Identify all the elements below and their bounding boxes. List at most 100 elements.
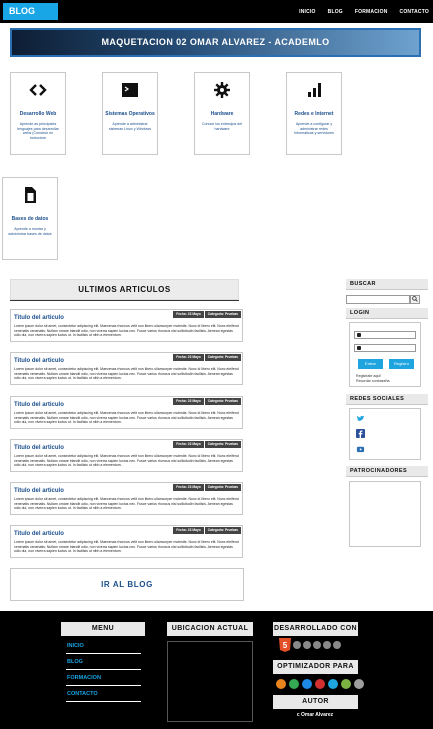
card-description: Aprende as principales lenguajes para de… [17, 122, 59, 140]
card-description: Aprende a configurar y administrar redes… [294, 122, 334, 136]
terminal-icon [122, 83, 138, 97]
article-date: Fecha: 23 Mayo [173, 484, 204, 491]
bootstrap-icon [323, 641, 331, 649]
footer-link-inicio[interactable]: INICIO [66, 640, 141, 654]
optimized-for-heading: OPTIMIZADOR PARA [273, 660, 358, 674]
article-category: Categoria: Pruebas [204, 484, 241, 491]
article-card[interactable]: Fecha: 23 Mayo Categoria: Pruebas Titulo… [10, 439, 243, 472]
article-category: Categoria: Pruebas [204, 398, 241, 405]
apple-icon [354, 679, 364, 689]
opera-icon [315, 679, 325, 689]
nav-inicio[interactable]: INICIO [299, 9, 315, 15]
card-title: Sistemas Operativos [105, 111, 155, 117]
lock-icon [357, 346, 361, 350]
article-title[interactable]: Titulo del articulo [14, 402, 64, 408]
article-title[interactable]: Titulo del articulo [14, 488, 64, 494]
signal-bars-icon [308, 83, 321, 97]
article-excerpt: Lorem ipsum dolor sit amet, consectetur … [14, 411, 239, 424]
article-date: Fecha: 23 Mayo [173, 398, 204, 405]
article-category: Categoria: Pruebas [204, 311, 241, 318]
register-button[interactable]: Registro [389, 359, 414, 369]
sponsors-box [349, 481, 421, 547]
card-description: Aprende a montar y administrar bases de … [8, 227, 52, 236]
password-field[interactable] [354, 344, 416, 352]
nav-formacion[interactable]: FORMACION [355, 9, 388, 15]
article-category: Categoria: Pruebas [204, 354, 241, 361]
forgot-password-link[interactable]: Recordar contraseña [356, 379, 390, 384]
ie-icon [302, 679, 312, 689]
articles-section-title: ULTIMOS ARTICULOS [10, 279, 239, 300]
main-nav: INICIO BLOG FORMACION CONTACTO [299, 0, 429, 23]
article-meta: Fecha: 23 Mayo Categoria: Pruebas [173, 441, 241, 448]
article-category: Categoria: Pruebas [204, 441, 241, 448]
article-date: Fecha: 23 Mayo [173, 311, 204, 318]
search-icon [412, 296, 418, 302]
code-icon [29, 84, 47, 96]
article-excerpt: Lorem ipsum dolor sit amet, consectetur … [14, 324, 239, 337]
card-hardware[interactable]: Hardware Conoce los entresijos del hardw… [194, 72, 250, 155]
blog-logo[interactable]: BLOG [3, 3, 58, 20]
firefox-icon [276, 679, 286, 689]
safari-icon [328, 679, 338, 689]
go-to-blog-button[interactable]: IR AL BLOG [10, 568, 244, 601]
article-excerpt: Lorem ipsum dolor sit amet, consectetur … [14, 367, 239, 380]
article-card[interactable]: Fecha: 23 Mayo Categoria: Pruebas Titulo… [10, 309, 243, 342]
card-sistemas-operativos[interactable]: Sistemas Operativos Aprende a administra… [102, 72, 158, 155]
chrome-icon [289, 679, 299, 689]
twitter-icon[interactable] [356, 414, 365, 423]
login-links: Registrate aqui! Recordar contraseña [356, 374, 390, 384]
php-icon [333, 641, 341, 649]
search-button[interactable] [410, 295, 420, 304]
article-card[interactable]: Fecha: 23 Mayo Categoria: Pruebas Titulo… [10, 396, 243, 429]
card-title: Bases de datos [11, 216, 49, 222]
browser-badges [276, 679, 364, 689]
css3-icon [293, 641, 301, 649]
card-desarrollo-web[interactable]: Desarrollo Web Aprende as principales le… [10, 72, 66, 155]
user-icon [357, 333, 361, 337]
social-heading: REDES SOCIALES [346, 394, 428, 405]
card-description: Conoce los entresijos del hardware [201, 122, 243, 131]
nav-contacto[interactable]: CONTACTO [400, 9, 429, 15]
article-title[interactable]: Titulo del articulo [14, 358, 64, 364]
card-description: Aprende a administrar sistemas Linux y W… [108, 122, 152, 131]
footer-menu-heading: MENU [61, 622, 145, 636]
card-title: Desarrollo Web [19, 111, 57, 117]
card-title: Redes e Internet [294, 111, 334, 117]
article-card[interactable]: Fecha: 23 Mayo Categoria: Pruebas Titulo… [10, 482, 243, 515]
html5-icon: 5 [279, 638, 291, 652]
article-title[interactable]: Titulo del articulo [14, 445, 64, 451]
youtube-icon[interactable] [356, 444, 365, 453]
article-card[interactable]: Fecha: 23 Mayo Categoria: Pruebas Titulo… [10, 352, 243, 385]
footer-link-contacto[interactable]: CONTACTO [66, 688, 141, 702]
article-title[interactable]: Titulo del articulo [14, 531, 64, 537]
article-date: Fecha: 23 Mayo [173, 441, 204, 448]
facebook-icon[interactable] [356, 429, 365, 438]
card-redes-internet[interactable]: Redes e Internet Aprende a configurar y … [286, 72, 342, 155]
location-map[interactable] [167, 641, 253, 722]
article-meta: Fecha: 23 Mayo Categoria: Pruebas [173, 311, 241, 318]
top-navbar: BLOG INICIO BLOG FORMACION CONTACTO [0, 0, 433, 23]
username-field[interactable] [354, 331, 416, 339]
gear-icon [214, 82, 230, 98]
article-meta: Fecha: 23 Mayo Categoria: Pruebas [173, 527, 241, 534]
developed-with-heading: DESARROLLADO CON [273, 622, 358, 636]
article-date: Fecha: 23 Mayo [173, 527, 204, 534]
login-button[interactable]: Entrar [358, 359, 383, 369]
article-excerpt: Lorem ipsum dolor sit amet, consectetur … [14, 540, 239, 553]
article-date: Fecha: 23 Mayo [173, 354, 204, 361]
tech-badges: 5 [279, 638, 341, 652]
card-title: Hardware [210, 111, 234, 117]
javascript-icon [303, 641, 311, 649]
footer-link-blog[interactable]: BLOG [66, 656, 141, 670]
card-bases-de-datos[interactable]: Bases de datos Aprende a montar y admini… [2, 177, 58, 260]
footer-link-formacion[interactable]: FORMACION [66, 672, 141, 686]
sponsors-heading: PATROCINADORES [346, 466, 428, 477]
section-divider [10, 300, 239, 301]
article-category: Categoria: Pruebas [204, 527, 241, 534]
login-heading: LOGIN [346, 308, 428, 319]
article-card[interactable]: Fecha: 23 Mayo Categoria: Pruebas Titulo… [10, 525, 243, 558]
author-name: c Omar Alvarez [296, 712, 334, 718]
article-title[interactable]: Titulo del articulo [14, 315, 64, 321]
search-input[interactable] [346, 295, 410, 304]
nav-blog[interactable]: BLOG [328, 9, 343, 15]
